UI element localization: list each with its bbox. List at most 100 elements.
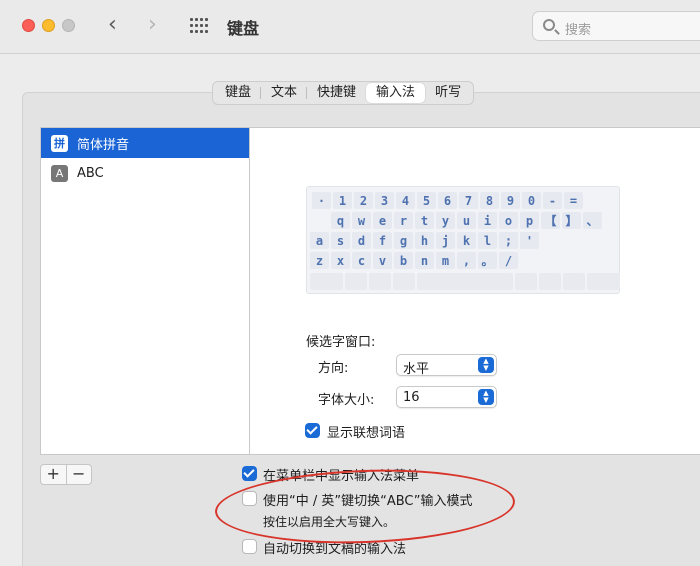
keyboard-key: , xyxy=(457,252,476,269)
keyboard-key: 0 xyxy=(522,192,541,209)
keyboard-key: 1 xyxy=(333,192,352,209)
keyboard-key: z xyxy=(310,252,329,269)
keyboard-row-4: z x c v b n m,。 / xyxy=(310,252,520,269)
keyboard-key: o xyxy=(499,212,518,229)
keyboard-modifier-key xyxy=(587,273,620,290)
keyboard-key: 2 xyxy=(354,192,373,209)
tab-input-sources[interactable]: 输入法 xyxy=(366,83,426,103)
keyboard-key: n xyxy=(415,252,434,269)
keyboard-key: v xyxy=(373,252,392,269)
keyboard-key: l xyxy=(478,232,497,249)
keyboard-key: e xyxy=(373,212,392,229)
show-input-menu-label: 在菜单栏中显示输入法菜单 xyxy=(263,469,420,484)
keyboard-key: i xyxy=(478,212,497,229)
keyboard-modifier-key xyxy=(345,273,367,290)
keyboard-key: j xyxy=(436,232,455,249)
keyboard-key: k xyxy=(457,232,476,249)
keyboard-key: 【 xyxy=(541,212,560,229)
keyboard-key: g xyxy=(394,232,413,249)
keyboard-key: 4 xyxy=(396,192,415,209)
keyboard-key: 、 xyxy=(583,212,602,229)
show-input-menu-checkbox[interactable] xyxy=(242,466,257,481)
ctrl-switch-hint: 按住以启用全大写键入。 xyxy=(263,515,396,529)
keyboard-row-5 xyxy=(310,273,622,290)
keyboard-modifier-key xyxy=(515,273,537,290)
keyboard-key: r xyxy=(394,212,413,229)
keyboard-key: = xyxy=(564,192,583,209)
keyboard-key: 。 xyxy=(478,252,497,269)
keyboard-key: 3 xyxy=(375,192,394,209)
keyboard-key: ' xyxy=(520,232,539,249)
font-size-label: 字体大小: xyxy=(318,393,375,408)
remove-button[interactable]: − xyxy=(67,465,92,484)
popup-stepper-icon: ▲ ▼ xyxy=(478,357,494,373)
keyboard-key: s xyxy=(331,232,350,249)
tab-dictation[interactable]: 听写 xyxy=(425,83,471,103)
title-bar: ‹ › 键盘 搜索 xyxy=(0,0,700,54)
keyboard-row-2: q w e r t y u i o p 【】、 xyxy=(331,212,604,229)
keyboard-key: q xyxy=(331,212,350,229)
keyboard-modifier-key xyxy=(393,273,415,290)
back-icon[interactable]: ‹ xyxy=(108,13,117,37)
keyboard-key: 8 xyxy=(480,192,499,209)
keyboard-key: b xyxy=(394,252,413,269)
keyboard-key: · xyxy=(312,192,331,209)
show-suggestions-checkbox[interactable] xyxy=(305,423,320,438)
auto-switch-checkbox[interactable] xyxy=(242,539,257,554)
list-item-label: ABC xyxy=(77,165,104,181)
ctrl-switch-checkbox[interactable] xyxy=(242,491,257,506)
keyboard-key: 6 xyxy=(438,192,457,209)
keyboard-modifier-key xyxy=(369,273,391,290)
direction-value: 水平 xyxy=(403,362,430,377)
keyboard-modifier-key xyxy=(563,273,585,290)
keyboard-row-1: · 1 2 3 4 5 6 7 8 9 0- = xyxy=(312,192,585,209)
window-title: 键盘 xyxy=(227,19,260,38)
keyboard-key: / xyxy=(499,252,518,269)
keyboard-key: d xyxy=(352,232,371,249)
input-source-list: 拼 简体拼音 A ABC xyxy=(40,127,250,455)
list-item-pinyin[interactable]: 拼 简体拼音 xyxy=(41,128,249,158)
show-all-grid-icon[interactable] xyxy=(190,18,208,34)
keyboard-key: y xyxy=(436,212,455,229)
keyboard-key: h xyxy=(415,232,434,249)
tab-keyboard[interactable]: 键盘 xyxy=(215,83,262,103)
minimize-window-button[interactable] xyxy=(42,19,55,32)
search-icon xyxy=(543,19,555,31)
keyboard-key: t xyxy=(415,212,434,229)
list-item-abc[interactable]: A ABC xyxy=(41,158,249,188)
keyboard-key: 5 xyxy=(417,192,436,209)
font-size-popup[interactable]: 16 ▲ ▼ xyxy=(396,386,497,408)
tab-shortcuts[interactable]: 快捷键 xyxy=(307,83,366,103)
show-suggestions-label: 显示联想词语 xyxy=(327,426,406,441)
ctrl-switch-label: 使用“中 / 英”键切换“ABC”输入模式 xyxy=(263,494,473,509)
keyboard-key: 7 xyxy=(459,192,478,209)
add-button[interactable]: + xyxy=(41,465,67,484)
tab-text[interactable]: 文本 xyxy=(261,83,308,103)
keyboard-key: a xyxy=(310,232,329,249)
keyboard-key: 】 xyxy=(562,212,581,229)
keyboard-key: c xyxy=(352,252,371,269)
search-placeholder: 搜索 xyxy=(565,23,592,38)
zoom-window-button[interactable] xyxy=(62,19,75,32)
keyboard-key: u xyxy=(457,212,476,229)
keyboard-key: m xyxy=(436,252,455,269)
keyboard-modifier-key xyxy=(417,273,513,290)
tab-bar: 键盘 文本 快捷键 输入法 听写 xyxy=(212,81,475,105)
candidate-window-heading: 候选字窗口: xyxy=(306,335,376,350)
keyboard-key: w xyxy=(352,212,371,229)
font-size-value: 16 xyxy=(403,390,420,405)
keyboard-key: f xyxy=(373,232,392,249)
keyboard-modifier-key xyxy=(539,273,561,290)
list-item-label: 简体拼音 xyxy=(77,137,130,153)
keyboard-modifier-key xyxy=(310,273,343,290)
direction-popup[interactable]: 水平 ▲ ▼ xyxy=(396,354,497,377)
search-field[interactable]: 搜索 xyxy=(532,11,700,41)
close-window-button[interactable] xyxy=(22,19,35,32)
keyboard-row-3: a s d f g h j k l; ' xyxy=(310,232,541,249)
direction-label: 方向: xyxy=(318,361,349,376)
pinyin-icon: 拼 xyxy=(51,134,68,152)
add-remove-control: + − xyxy=(40,464,92,485)
keyboard-layout-preview: · 1 2 3 4 5 6 7 8 9 0- = q w e r t y u i o p 【】、 a s d f g h j k l; ' … xyxy=(306,186,620,294)
keyboard-key: p xyxy=(520,212,539,229)
forward-icon[interactable]: › xyxy=(148,13,157,37)
